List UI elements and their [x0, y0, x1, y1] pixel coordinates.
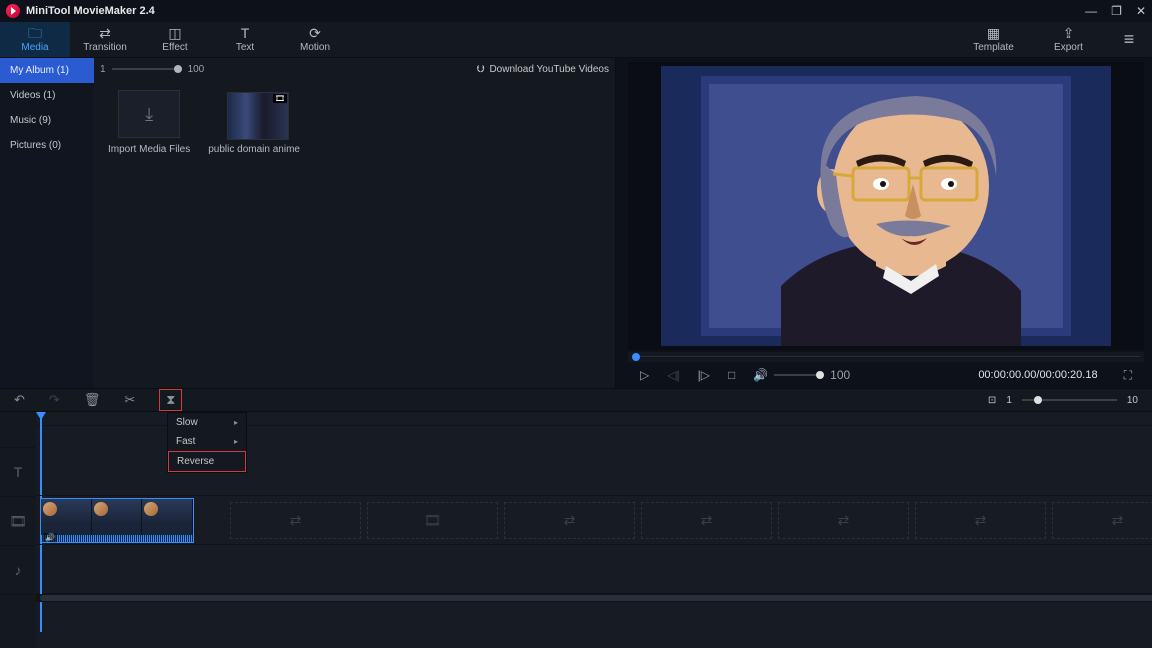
- zoom-max: 10: [1127, 395, 1138, 406]
- volume-icon[interactable]: 🔊: [753, 368, 768, 382]
- clip-audio-icon[interactable]: 🔊: [43, 533, 57, 542]
- media-panel: 1 100 ⮋ Download YouTube Videos ⤓ Import…: [94, 58, 616, 388]
- text-icon: T: [241, 26, 250, 40]
- split-button[interactable]: ✂: [124, 392, 135, 408]
- clip-placeholder[interactable]: 🎞: [367, 502, 498, 539]
- play-button[interactable]: ▷: [640, 368, 649, 382]
- next-frame-button[interactable]: |▷: [698, 368, 710, 382]
- sidebar-item-videos[interactable]: Videos (1): [0, 83, 94, 108]
- tab-transition[interactable]: ⇄ Transition: [70, 22, 140, 57]
- volume-value: 100: [830, 368, 850, 382]
- motion-icon: ⟳: [309, 26, 321, 40]
- speed-icon: ⧗: [166, 392, 175, 408]
- fullscreen-button[interactable]: ⛶: [1124, 368, 1132, 383]
- sidebar-item-pictures[interactable]: Pictures (0): [0, 133, 94, 158]
- import-media-button[interactable]: ⤓ Import Media Files: [108, 90, 190, 155]
- export-button[interactable]: ⇪ Export: [1031, 22, 1106, 57]
- menu-button[interactable]: ≡: [1106, 22, 1152, 57]
- tab-motion[interactable]: ⟳ Motion: [280, 22, 350, 57]
- video-track-icon: 🎞: [0, 497, 36, 546]
- preview-frame: [661, 66, 1111, 346]
- tab-text[interactable]: T Text: [210, 22, 280, 57]
- minimize-button[interactable]: —: [1085, 4, 1097, 18]
- tab-effect[interactable]: ◫ Effect: [140, 22, 210, 57]
- sidebar-item-music[interactable]: Music (9): [0, 108, 94, 133]
- download-icon: ⮋: [477, 64, 485, 75]
- clip-placeholder[interactable]: ⇄: [230, 502, 361, 539]
- timeline-clip[interactable]: 🔊: [40, 498, 194, 543]
- clip-placeholder[interactable]: ⇄: [504, 502, 635, 539]
- undo-button[interactable]: ↶: [14, 392, 25, 408]
- text-track-icon: T: [0, 448, 36, 497]
- preview-viewport[interactable]: [628, 62, 1144, 350]
- submenu-arrow-icon: ▸: [234, 437, 238, 446]
- app-title: MiniTool MovieMaker 2.4: [26, 5, 155, 17]
- timeline-toolbar: ↶ ↷ 🗑 ✂ ⧗ ⊡ 1 10 Slow ▸ Fast ▸ Reverse: [0, 388, 1152, 412]
- video-track[interactable]: 🔊 ⇄ 🎞 ⇄ ⇄ ⇄ ⇄ ⇄: [36, 496, 1152, 545]
- ruler-gutter: [0, 412, 36, 448]
- import-icon: ⤓: [145, 104, 153, 125]
- clip-placeholder[interactable]: ⇄: [641, 502, 772, 539]
- preview-panel: ▷ ◁| |▷ □ 🔊 100 00:00:00.00/00:00:20.18 …: [616, 58, 1152, 388]
- speed-menu-fast[interactable]: Fast ▸: [168, 432, 246, 451]
- download-youtube-link[interactable]: ⮋ Download YouTube Videos: [477, 64, 609, 75]
- submenu-arrow-icon: ▸: [234, 418, 238, 427]
- folder-icon: 🗀: [28, 26, 42, 40]
- media-sidebar: My Album (1) Videos (1) Music (9) Pictur…: [0, 58, 94, 388]
- time-display: 00:00:00.00/00:00:20.18: [978, 369, 1097, 381]
- sidebar-item-my-album[interactable]: My Album (1): [0, 58, 94, 83]
- audio-track-icon: ♪: [0, 546, 36, 595]
- thumb-zoom-min: 1: [100, 64, 106, 75]
- clip-placeholder[interactable]: ⇄: [1052, 502, 1152, 539]
- volume-slider[interactable]: [774, 374, 824, 376]
- maximize-button[interactable]: ❐: [1111, 4, 1122, 18]
- timeline-scrollbar[interactable]: [36, 594, 1152, 602]
- speed-menu-reverse[interactable]: Reverse: [168, 451, 246, 472]
- thumb-zoom-slider[interactable]: [112, 68, 182, 70]
- prev-frame-button[interactable]: ◁|: [667, 368, 679, 382]
- close-button[interactable]: ✕: [1136, 4, 1146, 18]
- media-clip-item[interactable]: public domain anime: [208, 90, 300, 155]
- stop-button[interactable]: □: [728, 368, 735, 382]
- hamburger-icon: ≡: [1124, 29, 1135, 50]
- clip-placeholder[interactable]: ⇄: [778, 502, 909, 539]
- effect-icon: ◫: [168, 26, 181, 40]
- transition-icon: ⇄: [99, 26, 111, 40]
- fit-button[interactable]: ⊡: [988, 395, 996, 406]
- speed-menu: Slow ▸ Fast ▸ Reverse: [167, 412, 247, 473]
- tab-media[interactable]: 🗀 Media: [0, 22, 70, 57]
- zoom-min: 1: [1006, 395, 1012, 406]
- delete-button[interactable]: 🗑: [84, 392, 101, 408]
- speed-menu-slow[interactable]: Slow ▸: [168, 413, 246, 432]
- audio-track[interactable]: [36, 545, 1152, 594]
- thumb-zoom-max: 100: [188, 64, 205, 75]
- top-toolbar: 🗀 Media ⇄ Transition ◫ Effect T Text ⟳ M…: [0, 22, 1152, 58]
- export-icon: ⇪: [1063, 26, 1075, 40]
- titlebar: MiniTool MovieMaker 2.4 — ❐ ✕: [0, 0, 1152, 22]
- clip-placeholder[interactable]: ⇄: [915, 502, 1046, 539]
- template-button[interactable]: ▦ Template: [956, 22, 1031, 57]
- app-logo-icon: [6, 4, 20, 18]
- speed-button[interactable]: ⧗: [159, 389, 182, 411]
- template-icon: ▦: [987, 26, 1000, 40]
- timeline-zoom-slider[interactable]: [1022, 399, 1117, 401]
- redo-button[interactable]: ↷: [49, 392, 60, 408]
- preview-seek-bar[interactable]: [628, 352, 1144, 362]
